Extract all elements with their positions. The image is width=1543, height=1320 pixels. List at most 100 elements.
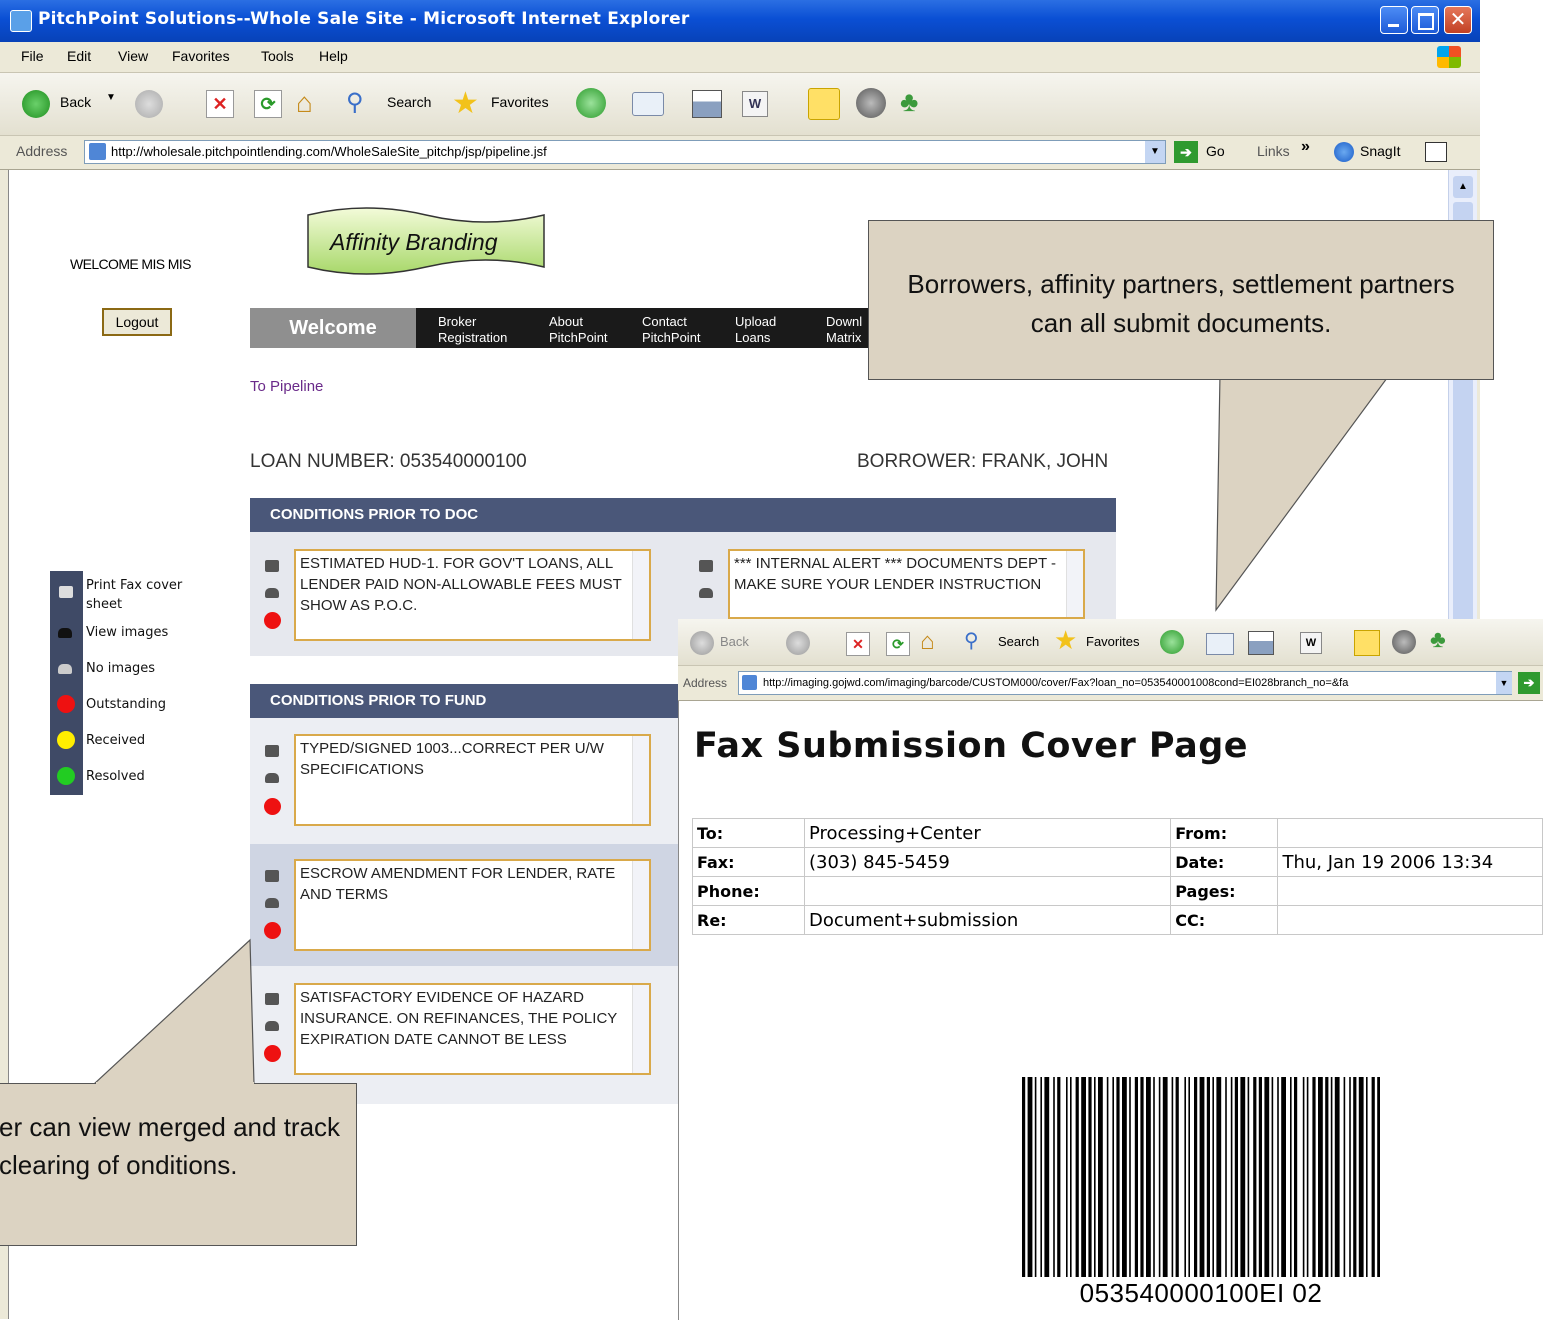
print-fax-icon[interactable] — [699, 560, 713, 572]
menu-file[interactable]: File — [21, 48, 44, 64]
loan-number: LOAN NUMBER: 053540000100 — [250, 451, 527, 472]
menu-tools[interactable]: Tools — [261, 48, 294, 64]
print-fax-icon[interactable] — [265, 870, 279, 882]
print-fax-icon[interactable] — [265, 560, 279, 572]
favorites-button[interactable]: ★ Favorites — [452, 87, 562, 120]
chevron-right-icon[interactable]: » — [1301, 138, 1310, 156]
popup-note-icon[interactable] — [1354, 630, 1380, 656]
back-button[interactable]: Back ▼ — [22, 88, 142, 120]
popup-messenger-icon[interactable] — [1392, 630, 1416, 654]
go-arrow-icon[interactable]: ➔ — [1174, 141, 1198, 163]
popup-word-icon[interactable]: W — [1300, 632, 1322, 654]
barcode-bar — [1040, 1077, 1042, 1277]
popup-forward-icon[interactable] — [786, 631, 810, 655]
forward-arrow-icon[interactable] — [135, 90, 163, 118]
back-label: Back — [60, 94, 92, 110]
edit-word-icon[interactable]: W — [742, 91, 768, 117]
refresh-icon[interactable]: ⟳ — [254, 90, 282, 118]
legend-bar — [50, 571, 83, 795]
barcode-bar — [1112, 1077, 1114, 1277]
condition-text-escrow[interactable]: ESCROW AMENDMENT FOR LENDER, RATE AND TE… — [294, 859, 651, 951]
condition-text-internal-alert[interactable]: *** INTERNAL ALERT *** DOCUMENTS DEPT - … — [728, 549, 1085, 619]
popup-refresh-icon[interactable]: ⟳ — [886, 632, 910, 656]
barcode-bar — [1153, 1077, 1155, 1277]
nav-contact-pitchpoint[interactable]: Contact PitchPoint — [642, 314, 701, 346]
popup-history-icon[interactable] — [1160, 630, 1184, 654]
legend-received-dot — [57, 731, 75, 749]
barcode-bar — [1302, 1077, 1305, 1277]
condition-text-hazard[interactable]: SATISFACTORY EVIDENCE OF HAZARD INSURANC… — [294, 983, 651, 1075]
minimize-button[interactable] — [1380, 6, 1408, 34]
barcode-bar — [1088, 1077, 1092, 1277]
snagit-capture-icon[interactable] — [1425, 142, 1447, 162]
fax-cover-title: Fax Submission Cover Page — [694, 726, 1249, 766]
condition-scrollbar[interactable] — [632, 736, 649, 824]
popup-people-icon[interactable]: ♣ — [1430, 626, 1446, 654]
from-value — [1277, 818, 1543, 848]
address-dropdown-icon[interactable]: ▼ — [1145, 141, 1165, 163]
menu-edit[interactable]: Edit — [67, 48, 91, 64]
no-images-icon — [265, 588, 279, 598]
barcode-bar — [1116, 1077, 1120, 1277]
back-arrow-icon — [22, 90, 50, 118]
popup-print-icon[interactable] — [1248, 631, 1274, 655]
print-fax-icon[interactable] — [265, 745, 279, 757]
scroll-up-icon[interactable]: ▲ — [1453, 176, 1473, 198]
popup-address-input[interactable]: http://imaging.gojwd.com/imaging/barcode… — [738, 671, 1512, 695]
nav-broker-registration[interactable]: Broker Registration — [438, 314, 507, 346]
barcode-bar — [1281, 1077, 1286, 1277]
people-icon[interactable]: ♣ — [900, 86, 918, 118]
nav-upload-loans[interactable]: Upload Loans — [735, 314, 776, 346]
popup-search-icon[interactable]: ⚲ — [964, 628, 979, 653]
note-icon[interactable] — [808, 88, 840, 120]
condition-scrollbar[interactable] — [632, 985, 649, 1073]
popup-address-dropdown-icon[interactable]: ▼ — [1496, 672, 1512, 694]
stop-icon[interactable]: ✕ — [206, 90, 234, 118]
cc-label: CC: — [1170, 905, 1279, 935]
snagit-button[interactable]: SnagIt — [1360, 143, 1400, 159]
popup-back-icon[interactable] — [690, 631, 714, 655]
condition-scrollbar[interactable] — [1066, 551, 1083, 617]
popup-favorites-icon[interactable]: ★ — [1054, 625, 1077, 656]
popup-back-label[interactable]: Back — [720, 634, 749, 649]
popup-search-label[interactable]: Search — [998, 634, 1039, 649]
messenger-icon[interactable] — [856, 88, 886, 118]
barcode-bar — [1271, 1077, 1274, 1277]
barcode-bar — [1034, 1077, 1037, 1277]
logout-button[interactable]: Logout — [102, 308, 172, 336]
barcode-bar — [1225, 1077, 1227, 1277]
nav-download-matrix[interactable]: Downl Matrix — [826, 314, 862, 346]
condition-scrollbar[interactable] — [632, 861, 649, 949]
search-button[interactable]: ⚲ Search — [346, 88, 442, 120]
popup-stop-icon[interactable]: ✕ — [846, 632, 870, 656]
menu-favorites[interactable]: Favorites — [172, 48, 230, 64]
menu-help[interactable]: Help — [319, 48, 348, 64]
legend-no-images: No images — [86, 661, 156, 676]
callout-top-pointer — [1215, 374, 1391, 612]
history-icon[interactable] — [576, 88, 606, 118]
nav-about-pitchpoint[interactable]: About PitchPoint — [549, 314, 608, 346]
maximize-button[interactable] — [1411, 6, 1439, 34]
snagit-icon[interactable] — [1334, 142, 1354, 162]
to-pipeline-link[interactable]: To Pipeline — [250, 378, 323, 395]
popup-home-icon[interactable]: ⌂ — [920, 628, 935, 656]
links-button[interactable]: Links — [1257, 143, 1290, 159]
mail-icon[interactable] — [632, 92, 664, 116]
close-button[interactable]: ✕ — [1444, 6, 1472, 34]
condition-text-hud1[interactable]: ESTIMATED HUD-1. FOR GOV'T LOANS, ALL LE… — [294, 549, 651, 641]
minimize-icon — [1388, 24, 1399, 27]
nav-welcome-tab[interactable]: Welcome — [250, 308, 416, 348]
popup-mail-icon[interactable] — [1206, 633, 1234, 655]
condition-text-1003[interactable]: TYPED/SIGNED 1003...CORRECT PER U/W SPEC… — [294, 734, 651, 826]
popup-favorites-label[interactable]: Favorites — [1086, 634, 1139, 649]
popup-go-icon[interactable]: ➔ — [1518, 672, 1540, 694]
no-images-icon — [699, 588, 713, 598]
back-dropdown-icon: ▼ — [106, 92, 116, 103]
menu-view[interactable]: View — [118, 48, 148, 64]
home-icon[interactable]: ⌂ — [296, 88, 326, 118]
condition-scrollbar[interactable] — [632, 551, 649, 639]
address-input[interactable]: http://wholesale.pitchpointlending.com/W… — [84, 140, 1166, 164]
print-icon[interactable] — [692, 90, 722, 118]
outstanding-status-icon — [264, 612, 281, 629]
go-button[interactable]: Go — [1206, 143, 1225, 159]
